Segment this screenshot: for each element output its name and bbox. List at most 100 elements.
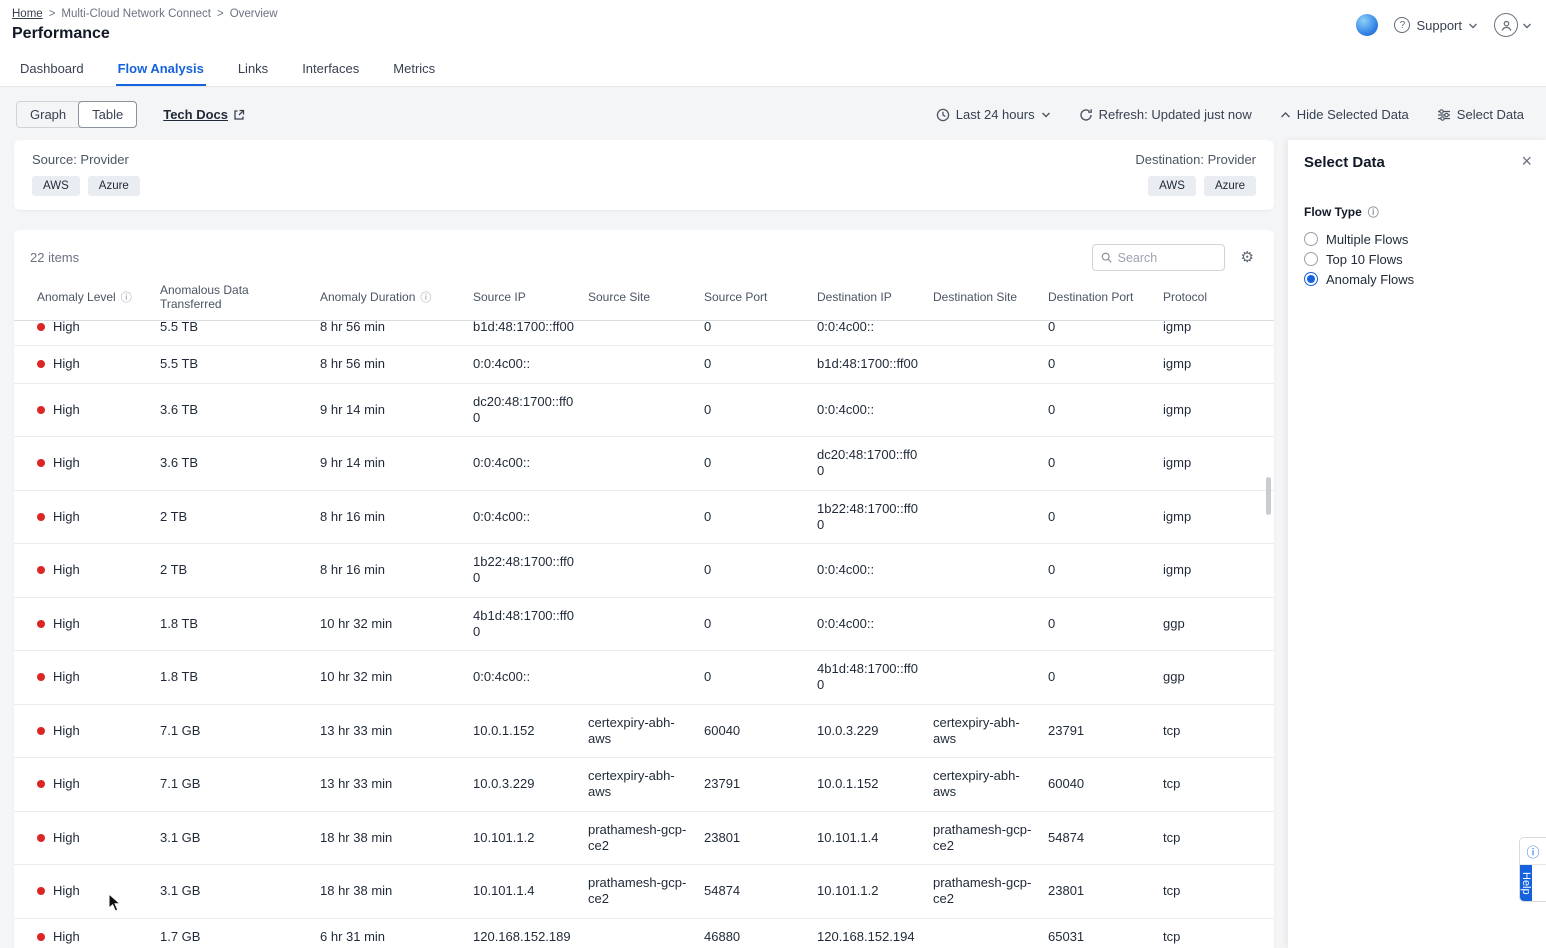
close-icon[interactable]: ×: [1521, 152, 1532, 170]
breadcrumb-section[interactable]: Multi-Cloud Network Connect: [61, 8, 211, 20]
destination-site-value: certexpiry-abh-aws: [933, 715, 1048, 748]
select-data-button[interactable]: Select Data: [1437, 107, 1524, 122]
protocol-value: igmp: [1163, 356, 1274, 372]
tab-flow-analysis[interactable]: Flow Analysis: [116, 52, 206, 86]
table-scrollbar-thumb[interactable]: [1266, 477, 1271, 515]
destination-port-value: 23791: [1048, 723, 1163, 739]
topbar: Home > Multi-Cloud Network Connect > Ove…: [0, 0, 1546, 52]
tab-interfaces[interactable]: Interfaces: [300, 52, 361, 86]
table-row[interactable]: High 7.1 GB 13 hr 33 min 10.0.1.152 cert…: [14, 705, 1274, 759]
data-transferred-value: 7.1 GB: [160, 723, 320, 739]
anomaly-duration-value: 8 hr 16 min: [320, 509, 473, 525]
tech-docs-link[interactable]: Tech Docs: [163, 107, 245, 122]
table-row[interactable]: High 2 TB 8 hr 16 min 0:0:4c00:: 0 1b22:…: [14, 491, 1274, 545]
table-topbar: 22 items ⚙: [14, 230, 1274, 283]
source-port-value: 46880: [704, 929, 817, 945]
protocol-value: igmp: [1163, 455, 1274, 471]
source-port-value: 0: [704, 402, 817, 418]
breadcrumb-separator: >: [217, 8, 224, 20]
source-provider-label: Source: Provider: [32, 152, 140, 167]
anomaly-level-dot: [37, 933, 45, 941]
anomaly-level-value: High: [53, 776, 80, 792]
tab-dashboard[interactable]: Dashboard: [18, 52, 86, 86]
radio-multiple-flows[interactable]: Multiple Flows: [1304, 232, 1530, 246]
chip-source-aws[interactable]: AWS: [32, 176, 80, 196]
table-settings-gear-icon[interactable]: ⚙: [1241, 250, 1254, 265]
anomaly-duration-value: 9 hr 14 min: [320, 402, 473, 418]
refresh-icon: [1079, 108, 1093, 122]
destination-port-value: 0: [1048, 616, 1163, 632]
table-view-button[interactable]: Table: [78, 101, 137, 128]
info-icon[interactable]: ⓘ: [420, 289, 431, 305]
info-icon[interactable]: ⓘ: [1368, 204, 1379, 220]
help-label: Help: [1520, 865, 1532, 901]
data-transferred-value: 5.5 TB: [160, 356, 320, 372]
table-row[interactable]: High 7.1 GB 13 hr 33 min 10.0.3.229 cert…: [14, 758, 1274, 812]
help-widget[interactable]: ⓘ Help: [1519, 837, 1546, 902]
destination-port-value: 0: [1048, 455, 1163, 471]
destination-ip-value: 0:0:4c00::: [817, 616, 933, 632]
source-port-value: 0: [704, 321, 817, 335]
anomaly-level-dot: [37, 620, 45, 628]
destination-port-value: 0: [1048, 356, 1163, 372]
person-icon: [1500, 19, 1513, 32]
anomaly-level-value: High: [53, 562, 80, 578]
tab-links[interactable]: Links: [236, 52, 270, 86]
anomaly-level-dot: [37, 406, 45, 414]
destination-provider-label: Destination: Provider: [1135, 152, 1256, 167]
protocol-value: tcp: [1163, 776, 1274, 792]
anomaly-level-dot: [37, 459, 45, 467]
source-port-value: 0: [704, 509, 817, 525]
anomaly-duration-value: 8 hr 56 min: [320, 356, 473, 372]
data-transferred-value: 2 TB: [160, 562, 320, 578]
user-menu[interactable]: [1494, 13, 1532, 37]
radio-label: Anomaly Flows: [1326, 272, 1414, 287]
external-link-icon: [233, 109, 245, 121]
radio-icon: [1304, 252, 1318, 266]
time-range-selector[interactable]: Last 24 hours: [936, 107, 1051, 122]
table-row[interactable]: High 1.8 TB 10 hr 32 min 4b1d:48:1700::f…: [14, 598, 1274, 652]
table-row[interactable]: High 1.8 TB 10 hr 32 min 0:0:4c00:: 0 4b…: [14, 651, 1274, 705]
destination-ip-value: 10.101.1.2: [817, 883, 933, 899]
table-row[interactable]: High 2 TB 8 hr 16 min 1b22:48:1700::ff00…: [14, 544, 1274, 598]
chip-source-azure[interactable]: Azure: [88, 176, 140, 196]
table-row[interactable]: High 3.1 GB 18 hr 38 min 10.101.1.4 prat…: [14, 865, 1274, 919]
chevron-up-icon: [1280, 111, 1291, 119]
anomaly-duration-value: 18 hr 38 min: [320, 883, 473, 899]
support-menu[interactable]: ? Support: [1394, 17, 1478, 33]
graph-view-button[interactable]: Graph: [17, 102, 79, 127]
source-ip-value: 0:0:4c00::: [473, 455, 588, 471]
destination-port-value: 65031: [1048, 929, 1163, 945]
chip-destination-azure[interactable]: Azure: [1204, 176, 1256, 196]
table-row[interactable]: High 3.6 TB 9 hr 14 min dc20:48:1700::ff…: [14, 384, 1274, 438]
data-transferred-value: 3.1 GB: [160, 883, 320, 899]
tabs-bar: Dashboard Flow Analysis Links Interfaces…: [0, 52, 1546, 87]
table-row[interactable]: High 3.1 GB 18 hr 38 min 10.101.1.2 prat…: [14, 812, 1274, 866]
chip-destination-aws[interactable]: AWS: [1148, 176, 1196, 196]
tab-metrics[interactable]: Metrics: [391, 52, 437, 86]
destination-ip-value: 4b1d:48:1700::ff00: [817, 661, 933, 694]
source-ip-value: 10.0.3.229: [473, 776, 588, 792]
breadcrumb-home[interactable]: Home: [12, 8, 43, 20]
source-ip-value: 10.101.1.2: [473, 830, 588, 846]
table-row[interactable]: High 5.5 TB 8 hr 56 min b1d:48:1700::ff0…: [14, 321, 1274, 346]
hide-selected-data-label: Hide Selected Data: [1297, 107, 1409, 122]
page-title: Performance: [12, 25, 1530, 43]
table-row[interactable]: High 1.7 GB 6 hr 31 min 120.168.152.189 …: [14, 919, 1274, 948]
protocol-value: ggp: [1163, 616, 1274, 632]
sliders-icon: [1437, 108, 1451, 122]
info-icon[interactable]: ⓘ: [121, 289, 132, 305]
anomaly-level-value: High: [53, 883, 80, 899]
search-input[interactable]: [1118, 251, 1216, 265]
refresh-button[interactable]: Refresh: Updated just now: [1079, 107, 1252, 122]
radio-anomaly-flows[interactable]: Anomaly Flows: [1304, 272, 1530, 286]
destination-port-value: 23801: [1048, 883, 1163, 899]
col-destination-site: Destination Site: [933, 290, 1017, 304]
table-row[interactable]: High 3.6 TB 9 hr 14 min 0:0:4c00:: 0 dc2…: [14, 437, 1274, 491]
hide-selected-data-button[interactable]: Hide Selected Data: [1280, 107, 1409, 122]
flows-table-card: 22 items ⚙ Anomaly Levelⓘ Anomalous Data…: [14, 230, 1274, 948]
destination-ip-value: dc20:48:1700::ff00: [817, 447, 933, 480]
source-port-value: 0: [704, 455, 817, 471]
table-row[interactable]: High 5.5 TB 8 hr 56 min 0:0:4c00:: 0 b1d…: [14, 346, 1274, 383]
radio-top-10-flows[interactable]: Top 10 Flows: [1304, 252, 1530, 266]
